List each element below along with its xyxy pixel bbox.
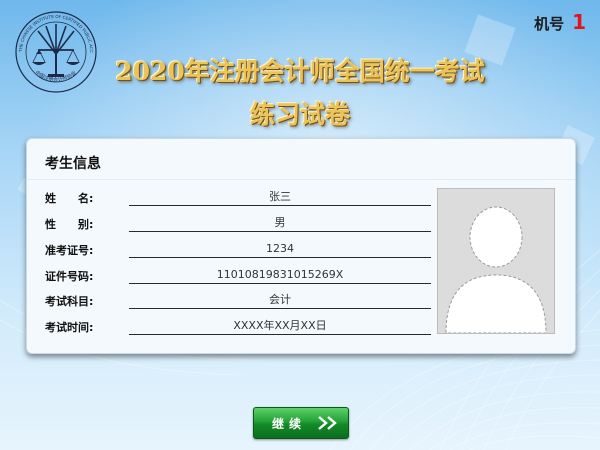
field-value: 张三 (129, 189, 431, 206)
card-title: 考生信息 (45, 156, 101, 172)
field-id-number: 证件号码: 11010819831015269X (45, 267, 431, 287)
field-value: XXXX年XX月XX日 (129, 318, 431, 335)
field-label: 准考证号: (45, 244, 94, 257)
cicpa-logo-icon: THE CHINESE INSTITUTE OF CERTIFIED PUBLI… (14, 10, 97, 93)
field-name: 姓 名: 张三 (45, 189, 431, 209)
candidate-info-card: 考生信息 姓 名: 张三 性 别: 男 准考证号: 1234 证件号码: 110… (26, 138, 576, 354)
field-admission-number: 准考证号: 1234 (45, 241, 431, 261)
field-value: 男 (129, 215, 431, 232)
candidate-photo (437, 188, 555, 334)
machine-number-display: 机号 1 (534, 10, 586, 34)
field-gender: 性 别: 男 (45, 215, 431, 235)
field-label: 性 别: (45, 218, 94, 231)
machine-number-label: 机号 (534, 15, 565, 33)
card-divider (27, 179, 575, 180)
continue-button[interactable]: 继续 (253, 407, 349, 439)
field-value: 1234 (129, 241, 431, 258)
machine-number-value: 1 (572, 10, 586, 34)
double-chevron-right-icon (318, 416, 337, 430)
field-label: 姓 名: (45, 192, 94, 205)
avatar-silhouette-icon (445, 206, 547, 334)
continue-button-label: 继续 (272, 417, 307, 431)
field-value: 11010819831015269X (129, 267, 431, 284)
field-label: 考试时间: (45, 321, 94, 334)
field-label: 考试科目: (45, 295, 94, 308)
exam-subtitle: 练习试卷 (249, 100, 350, 129)
field-exam-time: 考试时间: XXXX年XX月XX日 (45, 318, 431, 338)
field-exam-subject: 考试科目: 会计 (45, 292, 431, 312)
field-value: 会计 (129, 292, 431, 309)
field-label: 证件号码: (45, 270, 94, 283)
exam-title: 2020年注册会计师全国统一考试 (115, 57, 485, 86)
